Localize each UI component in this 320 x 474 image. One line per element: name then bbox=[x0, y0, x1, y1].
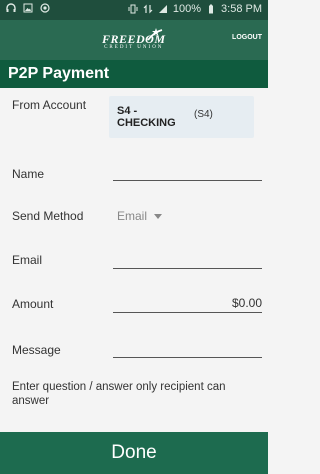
message-input[interactable] bbox=[113, 357, 262, 358]
question-answer-note: Enter question / answer only recipient c… bbox=[12, 381, 226, 407]
send-method-label: Send Method bbox=[12, 209, 84, 223]
chrome-icon bbox=[40, 3, 50, 13]
status-bar: 100% 3:58 PM bbox=[0, 0, 268, 20]
account-code: (S4) bbox=[194, 109, 213, 120]
amount-input[interactable]: $0.00 bbox=[232, 296, 262, 310]
page-title-bar: P2P Payment bbox=[0, 60, 268, 88]
from-account-label: From Account bbox=[12, 98, 87, 112]
star-swoosh-icon bbox=[147, 28, 163, 41]
signal-icon bbox=[158, 5, 167, 13]
app-header: FREEDOM CREDIT UNION LOGOUT bbox=[0, 20, 268, 60]
network-icon bbox=[143, 4, 153, 14]
message-label: Message bbox=[12, 343, 61, 357]
logo-subtext: CREDIT UNION bbox=[104, 45, 164, 50]
send-method-select[interactable]: Email bbox=[117, 209, 147, 223]
status-time: 3:58 PM bbox=[221, 3, 262, 15]
name-label: Name bbox=[12, 167, 45, 181]
from-account-selector[interactable]: S4 - CHECKING (S4) bbox=[109, 96, 254, 138]
email-input[interactable] bbox=[113, 268, 262, 269]
email-label: Email bbox=[12, 253, 43, 267]
vibrate-icon bbox=[128, 4, 138, 14]
headset-icon bbox=[6, 3, 16, 12]
gallery-icon bbox=[23, 3, 33, 13]
account-name: S4 - CHECKING bbox=[117, 105, 176, 129]
p2p-payment-form: From Account S4 - CHECKING (S4) Name Sen… bbox=[0, 88, 268, 432]
done-button[interactable]: Done bbox=[0, 432, 268, 474]
battery-icon bbox=[209, 4, 214, 14]
amount-label: Amount bbox=[12, 297, 54, 311]
logout-button[interactable]: LOGOUT bbox=[232, 34, 262, 41]
battery-percent: 100% bbox=[172, 3, 202, 15]
amount-underline bbox=[113, 312, 262, 313]
page-title: P2P Payment bbox=[8, 65, 110, 82]
chevron-down-icon[interactable] bbox=[154, 214, 162, 219]
name-input[interactable] bbox=[113, 180, 262, 181]
